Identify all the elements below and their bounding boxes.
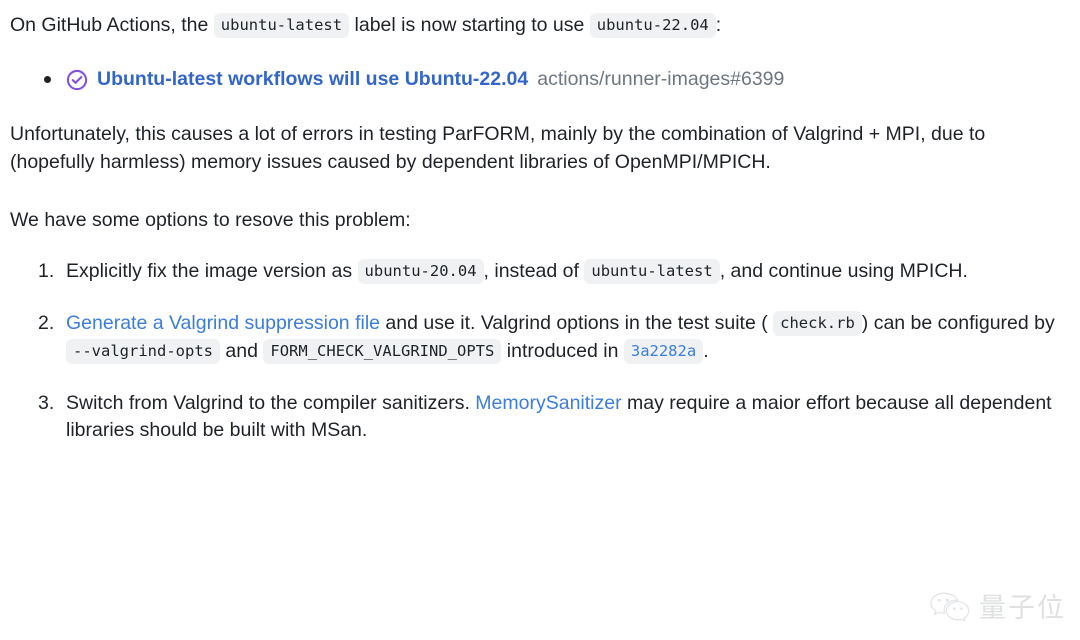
options-heading: We have some options to resove this prob… (10, 208, 411, 231)
code-chip-ubuntu-latest: ubuntu-latest (213, 13, 350, 38)
option1-text-3: , and continue using MPICH. (719, 260, 968, 283)
memorysanitizer-link[interactable]: MemorySanitizer (475, 392, 621, 414)
problem-paragraph: Unfortunately, this causes a lot of erro… (10, 123, 986, 174)
markdown-document: On GitHub Actions, the ubuntu-latest lab… (0, 0, 1080, 445)
code-chip-check-rb: check.rb (773, 311, 862, 337)
option2-text-3: and (225, 339, 258, 362)
intro-text-between: label is now starting to use (354, 14, 585, 36)
option2-text-4: introduced in (506, 339, 619, 362)
option1-text-2: , instead of (483, 260, 579, 283)
code-chip-ubuntu-2004: ubuntu-20.04 (357, 259, 484, 285)
wechat-logo-icon (929, 591, 971, 626)
valgrind-suppression-link[interactable]: Generate a Valgrind suppression file (66, 312, 380, 334)
list-item: Ubuntu-latest workflows will use Ubuntu-… (40, 66, 1068, 94)
code-chip-ubuntu-2204: ubuntu-22.04 (589, 13, 716, 38)
option1-text-1: Explicitly fix the image version as (66, 260, 353, 283)
issue-link[interactable]: Ubuntu-latest workflows will use Ubuntu-… (97, 66, 528, 94)
watermark-text: 量子位 (979, 593, 1066, 624)
option3-text-1: Switch from Valgrind to the compiler san… (66, 391, 470, 414)
option2-text-2: ) can be configured by (861, 312, 1055, 335)
intro-text-after: : (715, 14, 722, 36)
issue-reference-list: Ubuntu-latest workflows will use Ubuntu-… (10, 66, 1068, 94)
issue-reference-number: actions/runner-images#6399 (537, 67, 785, 90)
option2-text-5: . (703, 339, 709, 362)
intro-paragraph: On GitHub Actions, the ubuntu-latest lab… (10, 12, 1068, 40)
list-item-option-3: Switch from Valgrind to the compiler san… (10, 390, 1068, 445)
code-chip-form-check-valgrind-opts: FORM_CHECK_VALGRIND_OPTS (263, 338, 502, 364)
code-chip-ubuntu-latest-2: ubuntu-latest (584, 259, 720, 285)
option2-text-1: and use it. Valgrind options in the test… (385, 312, 768, 335)
intro-text-before: On GitHub Actions, the (10, 14, 209, 36)
code-chip-valgrind-opts: --valgrind-opts (66, 338, 220, 364)
code-chip-commit-sha[interactable]: 3a2282a (623, 338, 704, 364)
list-item-option-2: Generate a Valgrind suppression file and… (10, 310, 1068, 365)
issue-closed-completed-icon (66, 69, 88, 91)
watermark: 量子位 (929, 591, 1066, 626)
list-item-option-1: Explicitly fix the image version as ubun… (10, 258, 1068, 286)
options-list: Explicitly fix the image version as ubun… (10, 258, 1068, 444)
